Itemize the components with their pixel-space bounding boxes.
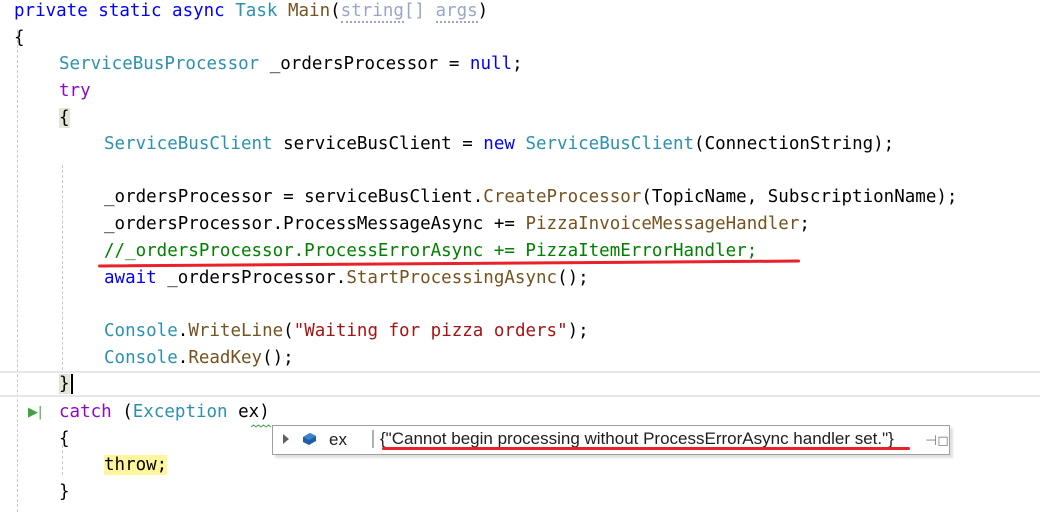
indent-guide: [62, 165, 63, 370]
open-brace: {: [59, 429, 70, 449]
type-name: Console: [104, 321, 178, 341]
keyword: await: [104, 268, 168, 288]
code-text: _ordersProcessor = serviceBusClient.: [104, 187, 484, 207]
code-text: ();: [557, 268, 589, 288]
method-name: Main: [287, 1, 331, 21]
code-text: (ConnectionString);: [694, 134, 895, 154]
method-name: PizzaInvoiceMessageHandler: [525, 214, 800, 234]
param-name: args: [435, 1, 478, 23]
debugger-datatip[interactable]: ex {"Cannot begin processing without Pro…: [272, 425, 950, 455]
variable-value[interactable]: {"Cannot begin processing without Proces…: [380, 429, 894, 449]
code-text: _ordersProcessor =: [259, 54, 470, 74]
code-line-8[interactable]: _ordersProcessor.ProcessMessageAsync += …: [104, 211, 810, 238]
keywords: private static async: [14, 1, 236, 21]
method-name: WriteLine: [188, 321, 284, 341]
current-line-highlight: [0, 371, 1040, 397]
param-type: string: [340, 1, 404, 23]
string-literal: "Waiting for pizza orders": [293, 321, 568, 341]
type-name: ServiceBusClient: [525, 134, 695, 154]
code-line-10[interactable]: await _ordersProcessor.StartProcessingAs…: [104, 265, 589, 292]
code-line-6[interactable]: ServiceBusClient serviceBusClient = new …: [104, 131, 894, 158]
paren: (: [330, 1, 341, 21]
annotation-underline: [382, 447, 910, 450]
current-statement-highlight: throw;: [104, 455, 168, 475]
pin-icon[interactable]: ⊣◻: [925, 432, 949, 449]
code-line-15[interactable]: {: [59, 426, 70, 453]
code-text: _ordersProcessor.ProcessMessageAsync +=: [104, 214, 526, 234]
code-line-2[interactable]: {: [14, 25, 25, 52]
code-text: ();: [262, 348, 294, 368]
code-line-16[interactable]: throw;: [104, 452, 168, 479]
code-line-7[interactable]: _ordersProcessor = serviceBusClient.Crea…: [104, 184, 957, 211]
code-line-3[interactable]: ServiceBusProcessor _ordersProcessor = n…: [59, 51, 523, 78]
close-brace: }: [59, 482, 70, 502]
open-brace: {: [14, 28, 25, 48]
code-text: );: [567, 321, 589, 341]
code-text: ex): [227, 402, 270, 422]
method-name: ReadKey: [188, 348, 263, 368]
close-brace: }: [59, 374, 70, 394]
paren: ): [477, 1, 489, 21]
variable-name: ex: [329, 430, 347, 449]
type-name: Exception: [132, 402, 228, 422]
code-line-13[interactable]: }: [59, 371, 73, 398]
semicolon: ;: [799, 214, 810, 234]
method-name: CreateProcessor: [483, 187, 642, 207]
open-brace: {: [59, 108, 70, 128]
run-to-click-icon[interactable]: ▶|: [28, 405, 42, 420]
keyword-try: try: [59, 81, 91, 101]
code-line-4[interactable]: try: [59, 78, 91, 105]
code-text: serviceBusClient =: [272, 134, 484, 154]
triangle-right-icon[interactable]: [283, 434, 289, 444]
code-text: (: [111, 402, 133, 422]
keyword: null: [469, 54, 513, 74]
code-text: _ordersProcessor.: [167, 268, 347, 288]
code-text: (TopicName, SubscriptionName);: [641, 187, 958, 207]
type-name: ServiceBusClient: [104, 134, 273, 154]
code-line-12[interactable]: Console.ReadKey();: [104, 345, 294, 372]
type-name: Console: [104, 348, 178, 368]
text-caret: [70, 374, 73, 394]
comment: //_ordersProcessor.ProcessErrorAsync += …: [104, 241, 758, 261]
type-name: Task: [235, 1, 278, 21]
code-line-17[interactable]: }: [59, 479, 70, 506]
object-icon: [303, 433, 316, 445]
method-name: StartProcessingAsync: [346, 268, 558, 288]
keyword: new: [483, 134, 526, 154]
param-brackets: []: [403, 1, 436, 21]
code-line-1[interactable]: private static async Task Main(string[] …: [14, 0, 488, 25]
dot: .: [177, 321, 189, 341]
indent-guide: [17, 30, 18, 512]
type-name: ServiceBusProcessor: [59, 54, 260, 74]
dot: .: [177, 348, 189, 368]
paren: (: [283, 321, 294, 341]
code-line-14[interactable]: catch (Exception ex): [59, 399, 270, 426]
separator: [372, 430, 374, 448]
keyword-catch: catch: [59, 402, 112, 422]
code-line-11[interactable]: Console.WriteLine("Waiting for pizza ord…: [104, 318, 589, 345]
code-line-5[interactable]: {: [59, 105, 70, 132]
semicolon: ;: [512, 54, 523, 74]
squiggle-underline: [251, 424, 271, 428]
